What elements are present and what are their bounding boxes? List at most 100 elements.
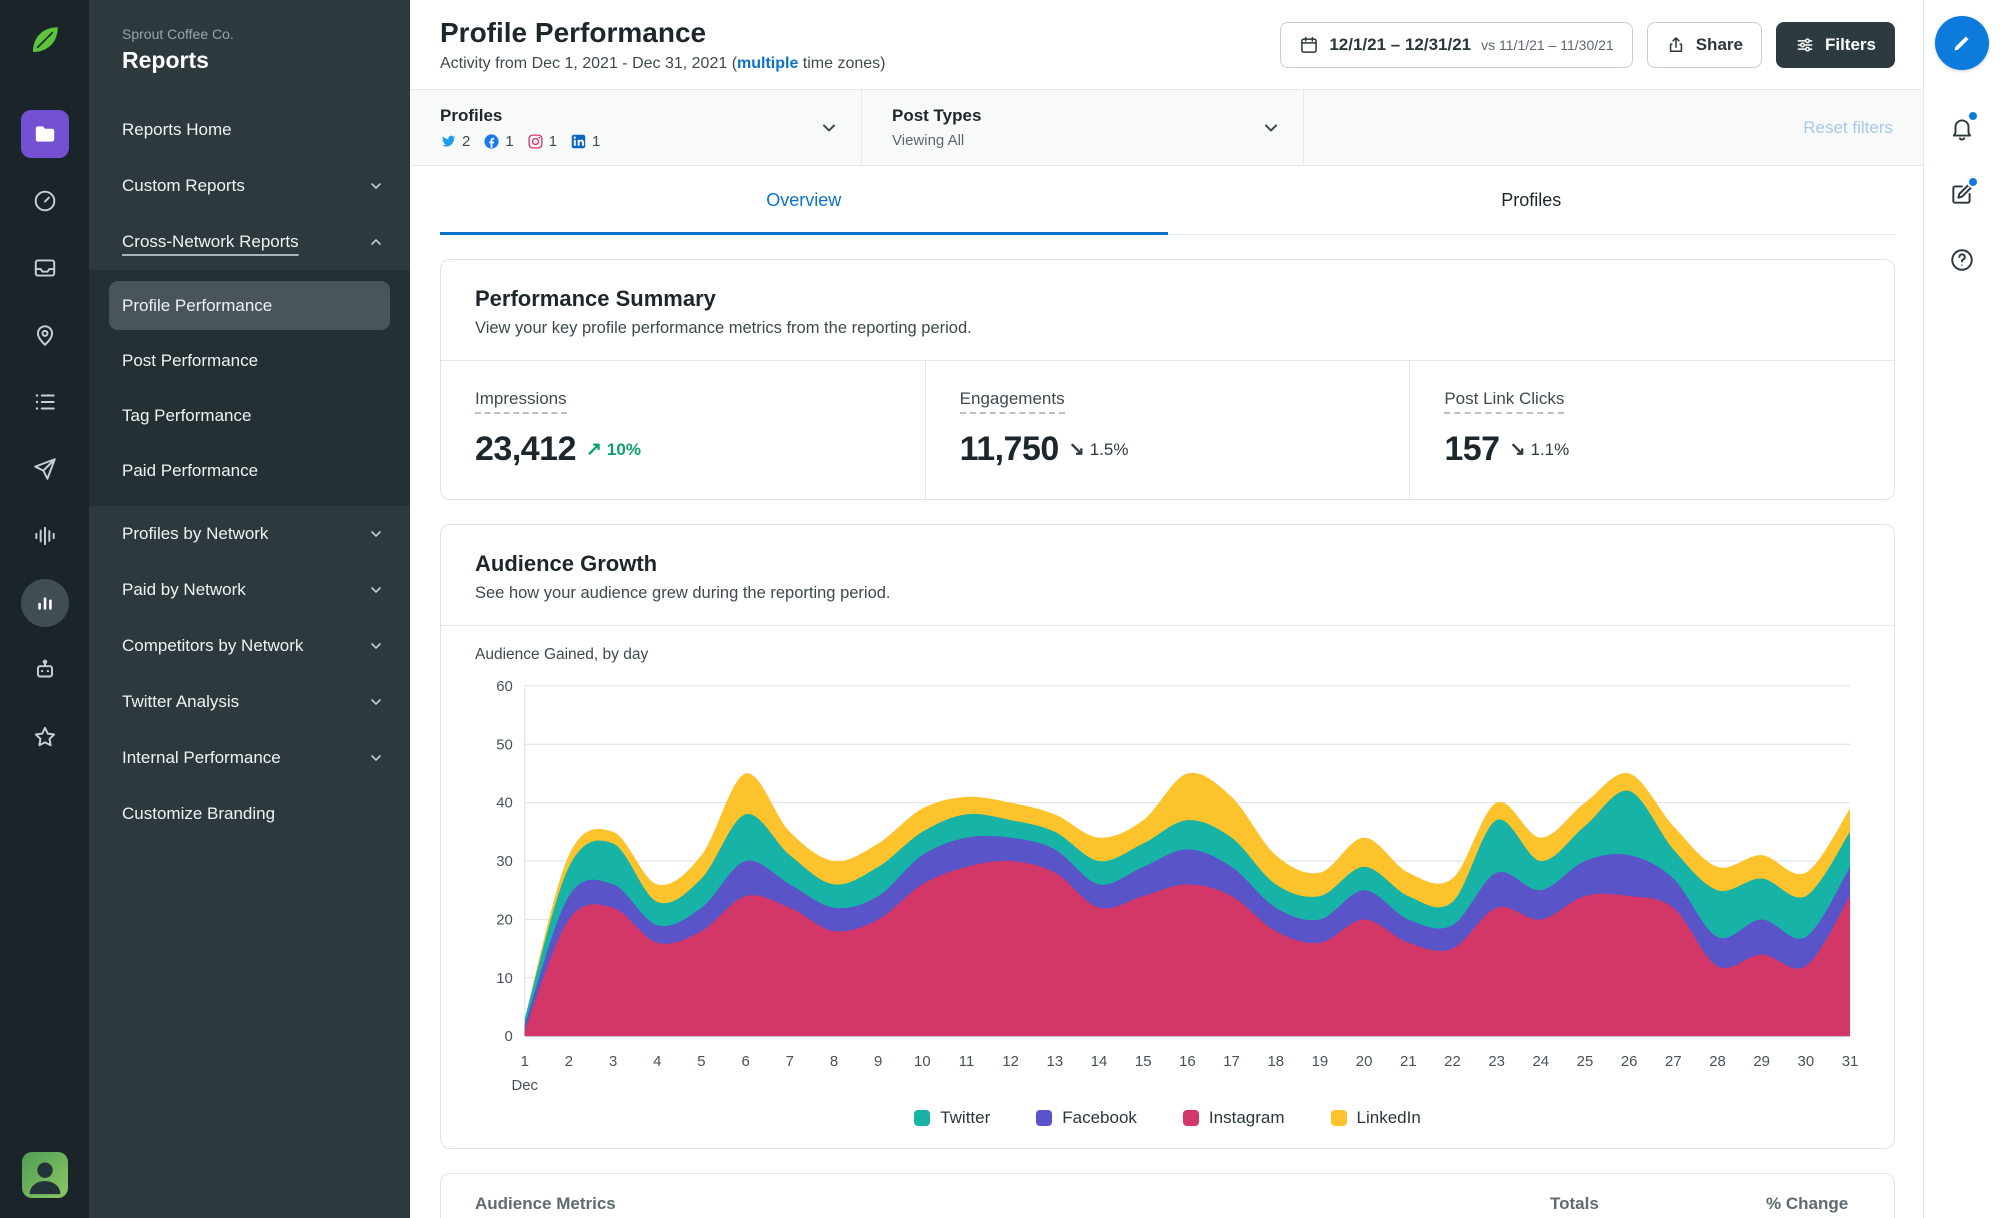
nav-reports-analytics-button[interactable] (20, 579, 69, 627)
tab-label: Profiles (1501, 189, 1562, 210)
nav-automation-button[interactable] (21, 646, 69, 694)
notification-dot (1967, 110, 1979, 122)
chevron-down-icon (371, 755, 381, 761)
legend-item-twitter[interactable]: Twitter (914, 1108, 990, 1128)
multiple-timezones-link[interactable]: multiple (737, 55, 798, 72)
metric-change-value: 1.5% (1089, 439, 1129, 459)
report-content: Performance Summary View your key profil… (410, 235, 1923, 1218)
legend-item-linkedin[interactable]: LinkedIn (1330, 1107, 1421, 1128)
facebook-icon (484, 133, 499, 149)
chevron-down-icon (823, 124, 835, 131)
date-range-button[interactable]: 12/1/21 – 12/31/21 vs 11/1/21 – 11/30/21 (1280, 21, 1633, 68)
tab-profiles[interactable]: Profiles (1168, 166, 1896, 234)
linkedin-icon (571, 134, 586, 148)
trend-up-icon: ↗ (586, 439, 602, 460)
metric-label[interactable]: Engagements (959, 389, 1065, 414)
post-types-filter-dropdown[interactable]: Post Types Viewing All (862, 90, 1304, 165)
svg-text:10: 10 (914, 1053, 931, 1070)
tab-label: Overview (766, 189, 842, 210)
sidebar-item-post-performance[interactable]: Post Performance (89, 333, 410, 388)
nav-reports-button[interactable] (20, 110, 69, 158)
sidebar-item-customize-branding[interactable]: Customize Branding (89, 786, 410, 842)
pin-icon (36, 325, 53, 346)
network-count-facebook: 1 (483, 133, 514, 150)
filters-button[interactable]: Filters (1775, 21, 1895, 68)
totals-column-header: Totals (1550, 1193, 1599, 1213)
legend-label: Facebook (1062, 1107, 1137, 1127)
instagram-count: 1 (548, 132, 558, 150)
notifications-button[interactable] (1942, 108, 1982, 148)
sidebar-item-custom-reports[interactable]: Custom Reports (89, 158, 410, 214)
svg-text:6: 6 (741, 1053, 749, 1070)
nav-tasks-button[interactable] (21, 378, 69, 426)
sidebar-item-paid-by-network[interactable]: Paid by Network (89, 562, 410, 618)
network-count-instagram: 1 (527, 133, 557, 150)
svg-text:26: 26 (1621, 1053, 1638, 1070)
svg-text:3: 3 (609, 1053, 617, 1070)
sidebar-item-competitors-by-network[interactable]: Competitors by Network (89, 618, 410, 674)
share-icon (1669, 36, 1682, 52)
summary-metrics-row: Impressions 23,412 ↗ 10% Engagements 11,… (441, 360, 1894, 499)
audio-waves-icon (34, 526, 55, 546)
svg-text:28: 28 (1709, 1053, 1726, 1070)
legend-label: LinkedIn (1356, 1107, 1421, 1127)
metric-label[interactable]: Post Link Clicks (1444, 389, 1565, 414)
app-icon-rail (0, 0, 89, 1218)
legend-item-facebook[interactable]: Facebook (1036, 1108, 1137, 1128)
sidebar-item-internal-performance[interactable]: Internal Performance (89, 730, 410, 786)
post-types-filter-label: Post Types (892, 106, 982, 125)
star-icon (34, 726, 55, 747)
reports-sidebar: Sprout Coffee Co. Reports Reports Home C… (89, 0, 410, 1218)
svg-text:4: 4 (653, 1053, 661, 1070)
sidebar-item-tag-performance[interactable]: Tag Performance (89, 388, 410, 443)
paper-plane-icon (33, 458, 56, 480)
profiles-filter-dropdown[interactable]: Profiles 2 1 1 1 (410, 90, 862, 165)
post-types-filter-value: Viewing All (892, 132, 965, 149)
filter-bar: Profiles 2 1 1 1 Post Types Viewing All … (410, 89, 1923, 166)
metric-change: ↘ 1.5% (1069, 438, 1129, 461)
sidebar-item-profile-performance[interactable]: Profile Performance (109, 281, 390, 330)
svg-text:25: 25 (1577, 1053, 1594, 1070)
svg-text:24: 24 (1533, 1053, 1550, 1070)
metric-change-value: 1.1% (1530, 439, 1570, 459)
svg-text:23: 23 (1488, 1053, 1505, 1070)
nav-dashboard-button[interactable] (21, 177, 69, 225)
sidebar-item-paid-performance[interactable]: Paid Performance (89, 443, 410, 498)
legend-item-instagram[interactable]: Instagram (1182, 1108, 1285, 1128)
compose-button[interactable] (1935, 16, 1989, 70)
svg-text:5: 5 (697, 1053, 705, 1070)
metric-label[interactable]: Impressions (475, 389, 567, 414)
svg-text:2: 2 (565, 1053, 573, 1070)
nav-inbox-button[interactable] (21, 244, 69, 292)
sidebar-item-cross-network-reports[interactable]: Cross-Network Reports (89, 214, 410, 270)
page-subtitle: Activity from Dec 1, 2021 - Dec 31, 2021… (440, 55, 886, 73)
help-button[interactable] (1942, 240, 1982, 280)
chevron-down-icon (371, 531, 381, 537)
profiles-filter-label: Profiles (440, 105, 503, 125)
svg-text:27: 27 (1665, 1053, 1682, 1070)
user-avatar[interactable] (21, 1152, 68, 1198)
svg-text:40: 40 (496, 795, 513, 812)
nav-favorites-button[interactable] (21, 713, 69, 761)
tab-overview[interactable]: Overview (440, 166, 1168, 235)
share-button[interactable]: Share (1646, 21, 1762, 68)
notification-dot (1967, 176, 1979, 188)
nav-listening-button[interactable] (21, 512, 69, 560)
whats-new-button[interactable] (1942, 174, 1982, 214)
svg-text:8: 8 (830, 1053, 838, 1070)
metric-post-link-clicks: Post Link Clicks 157 ↘ 1.1% (1409, 361, 1894, 499)
sidebar-item-twitter-analysis[interactable]: Twitter Analysis (89, 674, 410, 730)
svg-text:11: 11 (959, 1053, 974, 1070)
sidebar-item-reports-home[interactable]: Reports Home (89, 102, 410, 158)
legend-swatch-twitter (914, 1109, 931, 1126)
nav-publishing-button[interactable] (21, 445, 69, 493)
robot-icon (36, 659, 53, 678)
linkedin-count: 1 (592, 132, 601, 150)
sidebar-item-profiles-by-network[interactable]: Profiles by Network (89, 506, 410, 562)
instagram-icon (528, 133, 543, 149)
chevron-down-icon (371, 587, 381, 593)
nav-pinned-button[interactable] (21, 311, 69, 359)
reset-filters-button[interactable]: Reset filters (1803, 118, 1893, 138)
svg-text:60: 60 (496, 678, 513, 695)
svg-text:20: 20 (1356, 1053, 1373, 1070)
